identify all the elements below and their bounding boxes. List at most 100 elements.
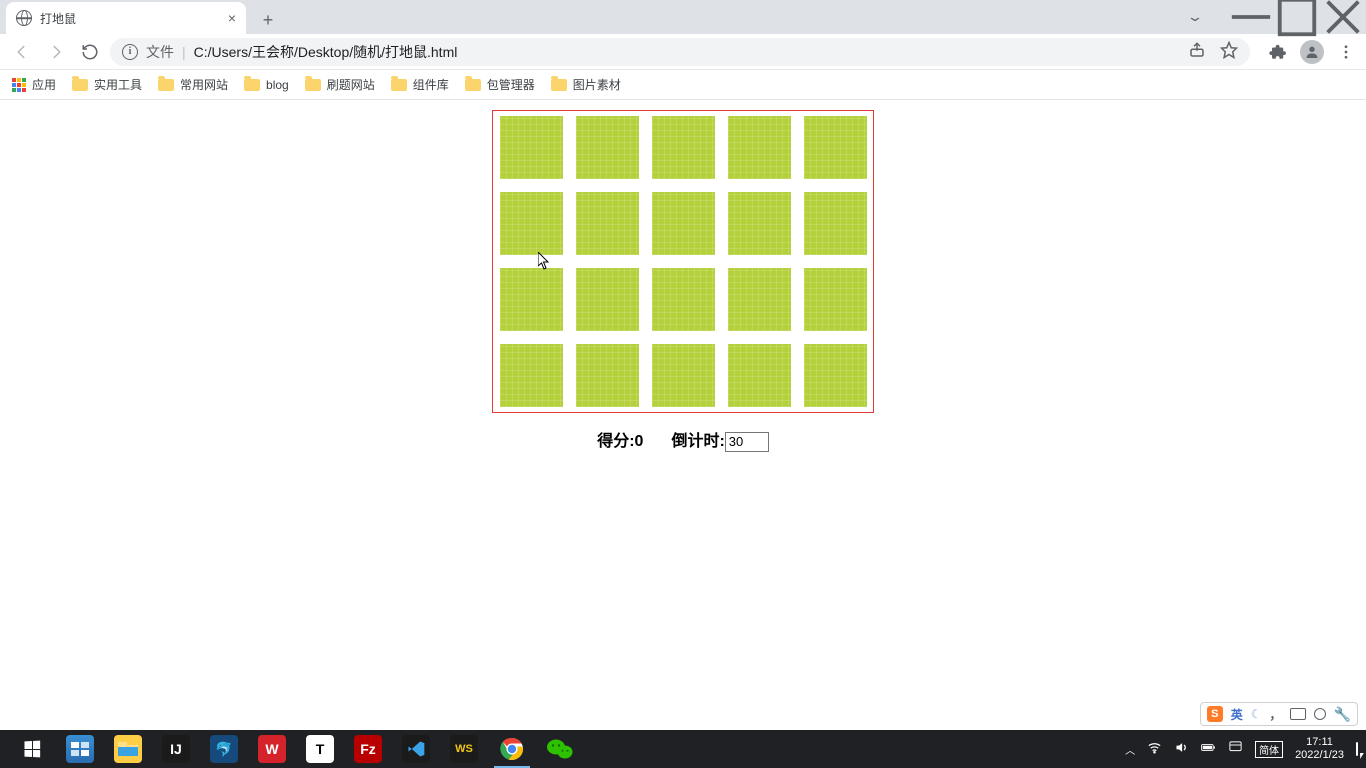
bookmark-folder-0[interactable]: 实用工具 xyxy=(72,76,142,93)
extensions-icon[interactable] xyxy=(1266,40,1290,64)
bookmark-folder-6[interactable]: 图片素材 xyxy=(551,76,621,93)
clock-time: 17:11 xyxy=(1295,736,1344,749)
folder-icon xyxy=(391,79,407,91)
game-cell[interactable] xyxy=(500,344,563,407)
globe-icon xyxy=(16,10,32,26)
game-cell[interactable] xyxy=(500,116,563,179)
bookmark-folder-1[interactable]: 常用网站 xyxy=(158,76,228,93)
share-icon[interactable] xyxy=(1188,41,1206,62)
browser-toolbar: i 文件 | C:/Users/王会称/Desktop/随机/打地鼠.html xyxy=(0,34,1366,70)
clock-date: 2022/1/23 xyxy=(1295,749,1344,762)
address-bar[interactable]: i 文件 | C:/Users/王会称/Desktop/随机/打地鼠.html xyxy=(110,38,1250,66)
game-cell[interactable] xyxy=(576,268,639,331)
ime-indicator[interactable]: 简体 xyxy=(1255,741,1283,758)
bookmarks-bar: 应用 实用工具 常用网站 blog 刷题网站 组件库 包管理器 图片素材 xyxy=(0,70,1366,100)
comma-icon[interactable]: ， xyxy=(1270,706,1282,723)
tab-search-button[interactable]: ⌄ xyxy=(1158,4,1232,30)
start-button[interactable] xyxy=(8,730,56,768)
bookmark-label: 组件库 xyxy=(413,76,449,93)
back-button[interactable] xyxy=(8,38,36,66)
forward-button[interactable] xyxy=(42,38,70,66)
taskbar-intellij[interactable]: IJ xyxy=(152,730,200,768)
taskbar-dolphin[interactable]: 🐬 xyxy=(200,730,248,768)
game-cell[interactable] xyxy=(804,344,867,407)
game-cell[interactable] xyxy=(728,116,791,179)
action-center-alt-icon[interactable] xyxy=(1228,740,1243,758)
folder-icon xyxy=(158,79,174,91)
score-block: 得分:0 xyxy=(597,427,643,451)
wrench-icon[interactable]: 🔧 xyxy=(1334,706,1351,723)
game-cell[interactable] xyxy=(804,192,867,255)
taskbar-wps[interactable]: W xyxy=(248,730,296,768)
score-row: 得分:0 倒计时: xyxy=(597,427,769,452)
taskbar-typora[interactable]: T xyxy=(296,730,344,768)
bookmark-folder-2[interactable]: blog xyxy=(244,78,289,92)
bookmark-folder-4[interactable]: 组件库 xyxy=(391,76,449,93)
taskbar-vscode[interactable] xyxy=(392,730,440,768)
game-board xyxy=(492,110,874,413)
game-cell[interactable] xyxy=(804,268,867,331)
sogou-lang[interactable]: 英 xyxy=(1231,706,1243,723)
sogou-logo-icon: S xyxy=(1207,706,1223,722)
moon-icon[interactable]: ☾ xyxy=(1251,707,1262,721)
new-tab-button[interactable]: + xyxy=(254,6,282,34)
bookmark-folder-5[interactable]: 包管理器 xyxy=(465,76,535,93)
bookmark-star-icon[interactable] xyxy=(1220,41,1238,62)
battery-icon[interactable] xyxy=(1201,740,1216,758)
profile-avatar[interactable] xyxy=(1300,40,1324,64)
window-close-button[interactable] xyxy=(1320,4,1366,30)
folder-icon xyxy=(465,79,481,91)
game-cell[interactable] xyxy=(500,192,563,255)
bookmark-label: 图片素材 xyxy=(573,76,621,93)
address-path: C:/Users/王会称/Desktop/随机/打地鼠.html xyxy=(194,42,458,62)
user-icon[interactable] xyxy=(1314,708,1326,720)
page-content: 得分:0 倒计时: xyxy=(0,100,1366,452)
bookmark-apps[interactable]: 应用 xyxy=(12,76,56,93)
game-cell[interactable] xyxy=(652,192,715,255)
volume-icon[interactable] xyxy=(1174,740,1189,758)
address-separator: | xyxy=(182,44,186,60)
taskbar-wechat[interactable] xyxy=(536,730,584,768)
countdown-block: 倒计时: xyxy=(671,427,768,452)
taskbar-file-explorer[interactable] xyxy=(104,730,152,768)
taskbar-webstorm[interactable]: WS xyxy=(440,730,488,768)
game-cell[interactable] xyxy=(576,116,639,179)
apps-grid-icon xyxy=(12,78,26,92)
window-minimize-button[interactable] xyxy=(1228,4,1274,30)
tray-overflow-icon[interactable]: ︿ xyxy=(1125,742,1135,757)
game-cell[interactable] xyxy=(652,344,715,407)
folder-icon xyxy=(305,79,321,91)
taskbar-taskview[interactable] xyxy=(56,730,104,768)
browser-tab[interactable]: 打地鼠 × xyxy=(6,2,246,34)
folder-icon xyxy=(72,79,88,91)
keyboard-icon[interactable] xyxy=(1290,708,1306,720)
tab-title: 打地鼠 xyxy=(40,10,220,27)
address-file-label: 文件 xyxy=(146,42,174,62)
game-cell[interactable] xyxy=(728,344,791,407)
game-cell[interactable] xyxy=(804,116,867,179)
bookmark-label: 常用网站 xyxy=(180,76,228,93)
action-center-icon[interactable] xyxy=(1356,743,1358,755)
bookmark-folder-3[interactable]: 刷题网站 xyxy=(305,76,375,93)
taskbar-clock[interactable]: 17:11 2022/1/23 xyxy=(1295,736,1344,762)
game-cell[interactable] xyxy=(728,192,791,255)
game-cell[interactable] xyxy=(652,268,715,331)
game-cell[interactable] xyxy=(576,344,639,407)
tab-close-icon[interactable]: × xyxy=(228,11,236,25)
wifi-icon[interactable] xyxy=(1147,740,1162,758)
taskbar: IJ 🐬 W T Fz WS ︿ 简体 17:11 2022/1/23 xyxy=(0,730,1366,768)
window-maximize-button[interactable] xyxy=(1274,4,1320,30)
taskbar-filezilla[interactable]: Fz xyxy=(344,730,392,768)
score-label: 得分: xyxy=(597,433,634,450)
sogou-ime-bar[interactable]: S 英 ☾ ， 🔧 xyxy=(1200,702,1358,726)
game-cell[interactable] xyxy=(576,192,639,255)
taskbar-chrome[interactable] xyxy=(488,730,536,768)
reload-button[interactable] xyxy=(76,38,104,66)
countdown-input[interactable] xyxy=(725,432,769,452)
site-info-icon[interactable]: i xyxy=(122,44,138,60)
game-cell[interactable] xyxy=(728,268,791,331)
system-tray: ︿ 简体 17:11 2022/1/23 xyxy=(1125,736,1358,762)
chrome-menu-icon[interactable] xyxy=(1334,40,1358,64)
game-cell[interactable] xyxy=(652,116,715,179)
game-cell[interactable] xyxy=(500,268,563,331)
